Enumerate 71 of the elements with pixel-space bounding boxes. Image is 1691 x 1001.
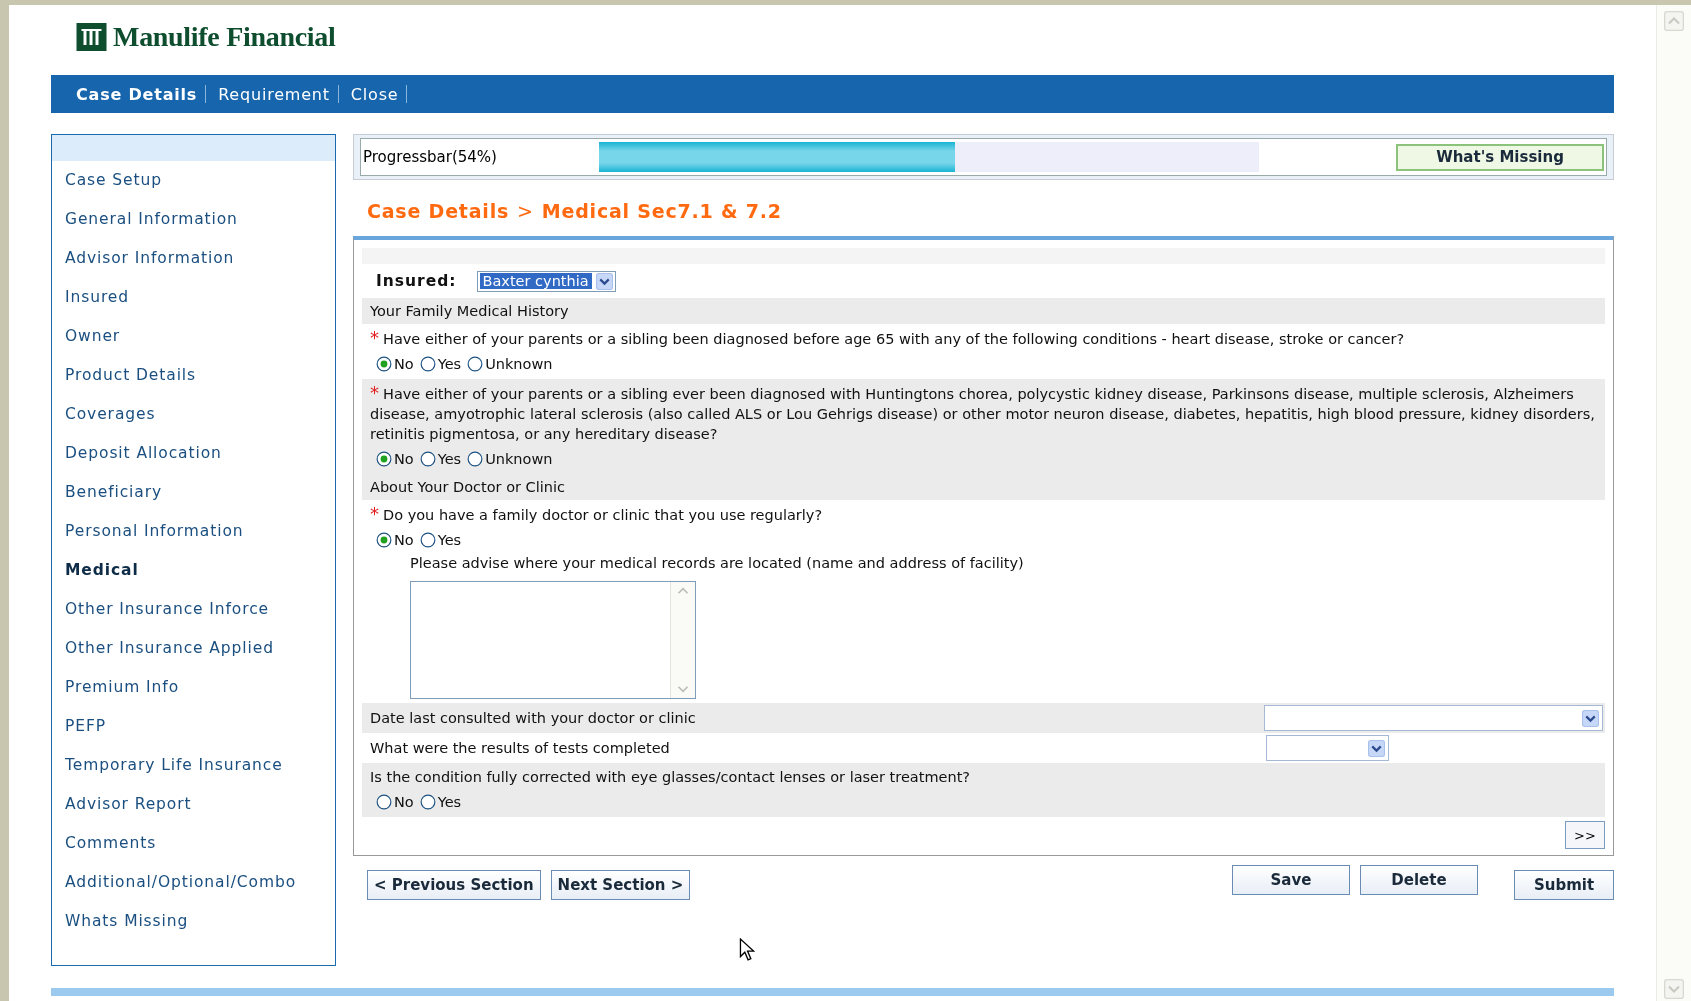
sidebar-item[interactable]: Whats Missing — [52, 910, 335, 949]
radio-label: No — [394, 794, 414, 810]
nav-link[interactable]: Requirement — [218, 84, 338, 104]
radio-label: Yes — [437, 532, 462, 548]
section-heading: Your Family Medical History — [370, 303, 569, 319]
question-text: * Have either of your parents or a sibling ever been diagnosed with Huntingtons chorea, polycystic kidney disease, Parkinsons disease, multiple sclerosis, Alzheimers disease, amyotrophic lateral sclerosis (also called ALS or Lou Gehrigs disease) or other motor neuron disease, diabetes, hepatitis, high blood pressure, kidney disorders, retinitis pigmentosa, or any hereditary disease? — [370, 383, 1596, 444]
radio-label: Yes — [437, 356, 462, 372]
sidebar-item[interactable]: Other Insurance Inforce — [52, 598, 335, 637]
sidebar-item[interactable]: Advisor Information — [52, 247, 335, 286]
radio-button[interactable] — [419, 532, 436, 548]
sidebar-item[interactable]: Insured — [52, 286, 335, 325]
action-button[interactable]: Save — [1232, 865, 1350, 895]
insured-dropdown[interactable]: Baxter cynthia — [476, 270, 616, 292]
sidebar-item[interactable]: Advisor Report — [52, 793, 335, 832]
sidebar-item[interactable]: Case Setup — [52, 169, 335, 208]
radio-button[interactable] — [376, 356, 392, 372]
radio-label: Unknown — [485, 356, 553, 372]
section-button[interactable]: Next Section > — [550, 870, 691, 900]
caret-icon — [1582, 709, 1599, 727]
radio-label: No — [394, 532, 414, 548]
radio-button[interactable] — [419, 451, 436, 467]
radio-label: Unknown — [485, 451, 553, 467]
sidebar-item[interactable]: PEFP — [52, 715, 335, 754]
sidebar-item[interactable]: Product Details — [52, 364, 335, 403]
radio-button[interactable] — [467, 356, 484, 372]
question-text: * Do you have a family doctor or clinic that you use regularly? — [370, 504, 824, 525]
sidebar-item[interactable]: Medical — [52, 559, 335, 598]
logo-icon — [76, 23, 107, 51]
mouse-cursor-icon — [739, 938, 755, 962]
radio-button[interactable] — [419, 794, 436, 810]
progress-label: Progressbar(54%) — [362, 148, 498, 166]
logo-text: Manulife Financial — [113, 21, 336, 53]
sidebar-item[interactable]: Personal Information — [52, 520, 335, 559]
nav-link[interactable]: Case Details — [76, 84, 206, 104]
text-area[interactable] — [410, 581, 696, 699]
radio-label: Yes — [437, 451, 462, 467]
breadcrumb-current: Medical Sec7.1 & 7.2 — [541, 200, 782, 222]
breadcrumb-separator: > — [517, 200, 534, 222]
radio-button[interactable] — [467, 451, 484, 467]
sidebar-item[interactable]: Additional/Optional/Combo — [52, 871, 335, 910]
radio-label: No — [394, 451, 414, 467]
sidebar-item[interactable]: Temporary Life Insurance — [52, 754, 335, 793]
nav-link[interactable]: Close — [350, 84, 407, 104]
radio-button[interactable] — [376, 451, 392, 467]
question-text: * Have either of your parents or a sibling been diagnosed before age 65 with any of the following conditions - heart disease, stroke or cancer? — [370, 328, 1406, 349]
question-text: Is the condition fully corrected with eye glasses/contact lenses or laser treatment? — [370, 768, 972, 787]
sidebar-item[interactable]: General Information — [52, 208, 335, 247]
field-label: Date last consulted with your doctor or clinic — [370, 710, 696, 726]
radio-button[interactable] — [419, 356, 436, 372]
insured-label: Insured: — [376, 272, 457, 290]
sidebar-item[interactable]: Other Insurance Applied — [52, 637, 335, 676]
caret-icon — [595, 272, 613, 290]
radio-button[interactable] — [376, 532, 392, 548]
next-page-button[interactable]: >> — [1565, 821, 1605, 849]
section-heading: About Your Doctor or Clinic — [370, 479, 565, 495]
sidebar-item[interactable]: Beneficiary — [52, 481, 335, 520]
radio-label: Yes — [437, 794, 462, 810]
radio-label: No — [394, 356, 414, 372]
radio-button[interactable] — [376, 794, 392, 810]
field-label: Please advise where your medical records are located (name and address of facility) — [410, 555, 1025, 573]
sidebar-item[interactable]: Comments — [52, 832, 335, 871]
field-label: What were the results of tests completed — [370, 740, 670, 756]
action-button[interactable]: Submit — [1514, 870, 1614, 900]
action-button[interactable]: Delete — [1360, 865, 1478, 895]
section-button[interactable]: < Previous Section — [367, 870, 541, 900]
sidebar-item[interactable]: Deposit Allocation — [52, 442, 335, 481]
sidebar-item[interactable]: Premium Info — [52, 676, 335, 715]
whats-missing-button[interactable]: What's Missing — [1396, 143, 1604, 171]
sidebar-item[interactable]: Coverages — [52, 403, 335, 442]
sidebar-item[interactable]: Owner — [52, 325, 335, 364]
caret-icon — [1368, 739, 1385, 757]
